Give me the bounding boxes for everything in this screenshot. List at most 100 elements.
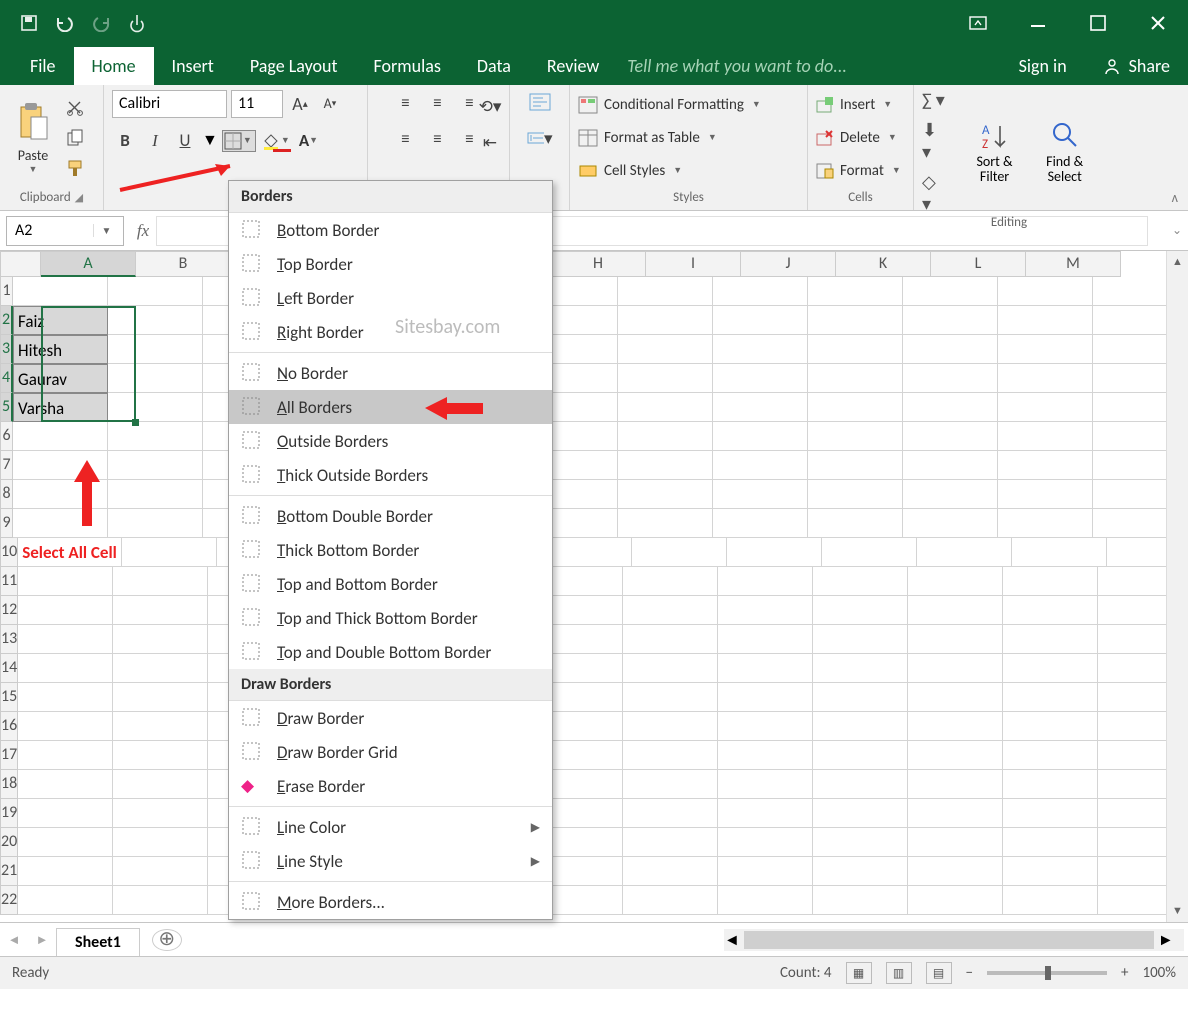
fill-handle[interactable] <box>132 419 139 426</box>
cell[interactable] <box>18 741 113 770</box>
cell[interactable] <box>908 712 1003 741</box>
cell[interactable] <box>1003 741 1098 770</box>
align-middle-icon[interactable]: ≡ <box>425 89 451 115</box>
cell[interactable] <box>113 857 208 886</box>
row-header[interactable]: 8 <box>0 480 13 509</box>
cell[interactable] <box>1003 596 1098 625</box>
cell[interactable] <box>13 277 108 306</box>
formatpainter-icon[interactable] <box>62 155 88 181</box>
col-header-I[interactable]: I <box>646 251 741 277</box>
cell[interactable] <box>623 741 718 770</box>
conditional-formatting-button[interactable]: Conditional Formatting▼ <box>578 90 761 119</box>
row-header[interactable]: 20 <box>0 828 18 857</box>
cell[interactable] <box>998 277 1093 306</box>
cell[interactable] <box>718 828 813 857</box>
col-header-J[interactable]: J <box>741 251 836 277</box>
cell[interactable] <box>713 364 808 393</box>
cell[interactable] <box>108 451 203 480</box>
shrink-font-icon[interactable]: A▾ <box>317 91 343 117</box>
cell[interactable] <box>13 509 108 538</box>
cell[interactable] <box>908 567 1003 596</box>
cell[interactable] <box>908 828 1003 857</box>
cell[interactable] <box>998 509 1093 538</box>
cell[interactable] <box>908 770 1003 799</box>
border-option[interactable]: More Borders... <box>229 885 552 919</box>
horizontal-scrollbar[interactable]: ◄ ► <box>724 929 1184 951</box>
name-box-input[interactable] <box>7 221 93 240</box>
cell[interactable] <box>618 335 713 364</box>
align-top-icon[interactable]: ≡ <box>393 89 419 115</box>
align-left-icon[interactable]: ≡ <box>393 125 419 151</box>
row-header[interactable]: 4 <box>0 364 13 393</box>
cell[interactable] <box>813 712 908 741</box>
cell[interactable] <box>113 799 208 828</box>
cell[interactable] <box>903 364 998 393</box>
clear-icon[interactable]: ◇ ▾ <box>922 171 946 215</box>
border-option[interactable]: Top and Double Bottom Border <box>229 635 552 669</box>
cell[interactable] <box>108 422 203 451</box>
cell[interactable] <box>908 799 1003 828</box>
cell[interactable] <box>618 306 713 335</box>
row-header[interactable]: 17 <box>0 741 18 770</box>
cell[interactable] <box>18 828 113 857</box>
cell[interactable] <box>808 422 903 451</box>
cell[interactable] <box>813 596 908 625</box>
dialog-launcher-icon[interactable]: ◢ <box>75 191 83 204</box>
cell[interactable] <box>908 886 1003 915</box>
cell[interactable] <box>718 770 813 799</box>
name-box-dropdown[interactable]: ▼ <box>93 224 119 237</box>
scroll-right-icon[interactable]: ► <box>1158 931 1174 950</box>
cell[interactable] <box>903 277 998 306</box>
cell[interactable] <box>903 422 998 451</box>
cell[interactable] <box>998 480 1093 509</box>
cell[interactable] <box>713 480 808 509</box>
cell[interactable] <box>908 654 1003 683</box>
cell[interactable] <box>632 538 727 567</box>
cell[interactable] <box>713 422 808 451</box>
sort-filter-button[interactable]: AZ Sort & Filter <box>966 120 1024 185</box>
cell[interactable] <box>808 277 903 306</box>
row-header[interactable]: 21 <box>0 857 18 886</box>
vertical-scrollbar[interactable]: ▲ ▼ <box>1166 251 1188 922</box>
cell[interactable] <box>908 683 1003 712</box>
expand-formula-icon[interactable]: ⌄ <box>1166 223 1188 238</box>
border-option[interactable]: No Border <box>229 356 552 390</box>
cell[interactable] <box>108 306 203 335</box>
cell[interactable] <box>13 480 108 509</box>
row-header[interactable]: 15 <box>0 683 18 712</box>
cell[interactable] <box>713 451 808 480</box>
border-option[interactable]: Top and Bottom Border <box>229 567 552 601</box>
cell[interactable] <box>108 335 203 364</box>
cell[interactable] <box>713 335 808 364</box>
cell[interactable] <box>18 770 113 799</box>
cell[interactable] <box>623 770 718 799</box>
merge-center-icon[interactable]: ▾ <box>527 125 553 151</box>
select-all-triangle[interactable] <box>0 251 41 277</box>
find-select-button[interactable]: Find & Select <box>1033 120 1096 185</box>
cell[interactable] <box>623 567 718 596</box>
tab-home[interactable]: Home <box>74 47 154 85</box>
collapse-ribbon-icon[interactable]: ʌ <box>1172 189 1178 206</box>
cell[interactable] <box>718 683 813 712</box>
name-box[interactable]: ▼ <box>6 216 124 246</box>
border-option[interactable]: Draw Border Grid <box>229 735 552 769</box>
zoom-slider[interactable] <box>987 971 1107 975</box>
cell[interactable] <box>18 683 113 712</box>
border-option[interactable]: Left Border <box>229 281 552 315</box>
cell[interactable] <box>998 364 1093 393</box>
zoom-out-icon[interactable]: − <box>966 964 973 982</box>
cell[interactable] <box>822 538 917 567</box>
cell[interactable] <box>113 654 208 683</box>
cell[interactable] <box>908 857 1003 886</box>
cell[interactable] <box>623 683 718 712</box>
cell[interactable] <box>718 654 813 683</box>
underline-dropdown[interactable]: ▼ <box>202 131 218 150</box>
close-icon[interactable] <box>1128 0 1188 45</box>
cell[interactable] <box>623 828 718 857</box>
cell[interactable] <box>908 741 1003 770</box>
cell[interactable]: Hitesh <box>13 335 108 364</box>
underline-button[interactable]: U <box>172 128 198 154</box>
cell-styles-button[interactable]: Cell Styles▼ <box>578 156 761 185</box>
copy-icon[interactable] <box>62 125 88 151</box>
row-header[interactable]: 2 <box>0 306 13 335</box>
